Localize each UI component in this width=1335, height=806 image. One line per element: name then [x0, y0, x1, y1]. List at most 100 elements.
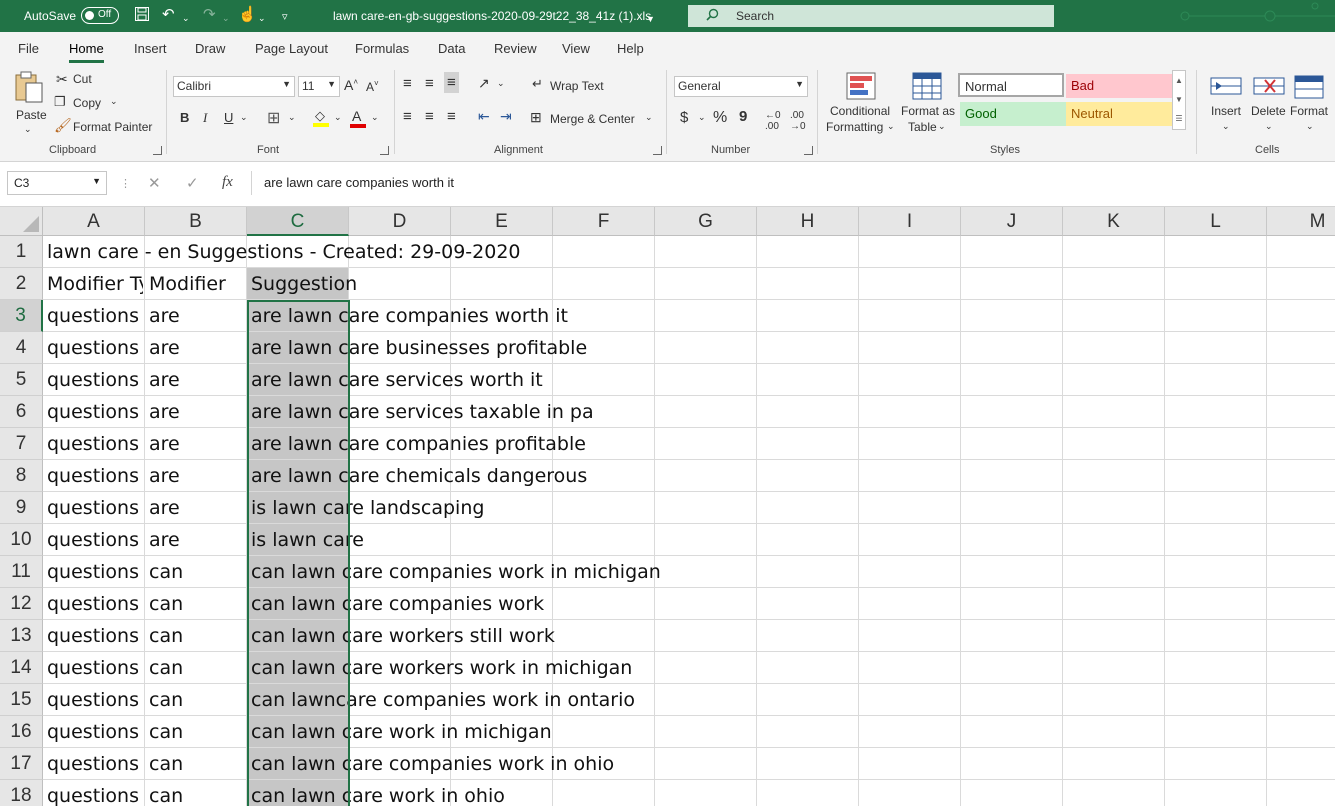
- format-cells-button[interactable]: Format ⌄: [1290, 70, 1334, 140]
- tab-page-layout[interactable]: Page Layout: [255, 41, 328, 56]
- wrap-text-button[interactable]: Wrap Text: [550, 79, 604, 93]
- insert-function-icon[interactable]: fx: [222, 174, 233, 191]
- autosave-toggle[interactable]: Off: [81, 7, 119, 24]
- format-as-table-button[interactable]: Format as Table ⌄: [900, 70, 956, 140]
- tab-help[interactable]: Help: [617, 41, 644, 56]
- orientation-dropdown-icon[interactable]: ⌄: [497, 78, 505, 89]
- tab-home[interactable]: Home: [69, 41, 104, 63]
- modifier-type-cell[interactable]: questions: [47, 460, 143, 492]
- merge-center-button[interactable]: Merge & Center: [550, 112, 635, 126]
- sheet-title-cell[interactable]: lawn care - en Suggestions - Created: 29…: [47, 236, 947, 268]
- suggestion-cell[interactable]: are lawn care businesses profitable: [251, 332, 1151, 364]
- modifier-type-cell[interactable]: questions: [47, 524, 143, 556]
- column-header-j[interactable]: J: [961, 207, 1063, 236]
- modifier-cell[interactable]: can: [149, 556, 245, 588]
- suggestion-cell[interactable]: can lawn care workers work in michigan: [251, 652, 1151, 684]
- increase-decimal-icon[interactable]: ←0.00: [765, 110, 781, 132]
- row-header-15[interactable]: 15: [0, 684, 43, 716]
- tab-data[interactable]: Data: [438, 41, 465, 56]
- customize-toolbar-icon[interactable]: ▿: [282, 8, 288, 26]
- suggestion-cell[interactable]: can lawn care workers still work: [251, 620, 1151, 652]
- modifier-cell[interactable]: can: [149, 716, 245, 748]
- alignment-launcher-icon[interactable]: [653, 146, 662, 155]
- row-header-11[interactable]: 11: [0, 556, 43, 588]
- font-launcher-icon[interactable]: [380, 146, 389, 155]
- modifier-type-cell[interactable]: questions: [47, 716, 143, 748]
- fill-color-dropdown-icon[interactable]: ⌄: [334, 112, 342, 123]
- format-painter-button[interactable]: Format Painter: [73, 120, 152, 134]
- modifier-type-cell[interactable]: questions: [47, 492, 143, 524]
- decrease-indent-icon[interactable]: ⇤: [478, 108, 490, 125]
- increase-font-icon[interactable]: A˄: [344, 77, 358, 93]
- touch-dropdown-icon[interactable]: ⌄: [258, 9, 266, 27]
- borders-dropdown-icon[interactable]: ⌄: [288, 112, 296, 123]
- decrease-decimal-icon[interactable]: .00 →0: [790, 110, 806, 132]
- gallery-expand-icon[interactable]: ☰: [1173, 109, 1185, 128]
- clipboard-launcher-icon[interactable]: [153, 146, 162, 155]
- merge-center-icon[interactable]: ⊞: [530, 109, 542, 126]
- touch-mode-icon[interactable]: ☝: [238, 6, 257, 24]
- italic-button[interactable]: I: [203, 110, 207, 126]
- align-left-icon[interactable]: ≡: [403, 108, 412, 125]
- style-normal[interactable]: Normal: [958, 73, 1064, 97]
- suggestion-cell[interactable]: are lawn care companies worth it: [251, 300, 1151, 332]
- modifier-cell[interactable]: are: [149, 524, 245, 556]
- tab-insert[interactable]: Insert: [134, 41, 167, 56]
- search-input[interactable]: Search: [688, 5, 1054, 27]
- modifier-type-cell[interactable]: questions: [47, 684, 143, 716]
- modifier-cell[interactable]: can: [149, 780, 245, 806]
- row-header-10[interactable]: 10: [0, 524, 43, 556]
- modifier-type-cell[interactable]: questions: [47, 396, 143, 428]
- modifier-type-cell[interactable]: questions: [47, 652, 143, 684]
- formula-input[interactable]: are lawn care companies worth it: [251, 171, 1335, 195]
- currency-button[interactable]: $: [680, 109, 688, 126]
- suggestion-cell[interactable]: can lawncare companies work in ontario: [251, 684, 1151, 716]
- tab-formulas[interactable]: Formulas: [355, 41, 409, 56]
- column-header-i[interactable]: I: [859, 207, 961, 236]
- column-header-f[interactable]: F: [553, 207, 655, 236]
- underline-dropdown-icon[interactable]: ⌄: [240, 112, 248, 123]
- insert-cells-button[interactable]: Insert ⌄: [1206, 70, 1246, 140]
- copy-button[interactable]: Copy: [73, 96, 101, 110]
- column-header-m[interactable]: M: [1267, 207, 1335, 236]
- modifier-cell[interactable]: can: [149, 652, 245, 684]
- column-header-g[interactable]: G: [655, 207, 757, 236]
- modifier-type-cell[interactable]: questions: [47, 620, 143, 652]
- suggestion-cell[interactable]: are lawn care services worth it: [251, 364, 1151, 396]
- row-header-6[interactable]: 6: [0, 396, 43, 428]
- row-header-4[interactable]: 4: [0, 332, 43, 364]
- undo-icon[interactable]: ↶: [162, 6, 175, 24]
- column-header-d[interactable]: D: [349, 207, 451, 236]
- redo-icon[interactable]: ↷: [203, 6, 216, 24]
- column-header-h[interactable]: H: [757, 207, 859, 236]
- row-header-5[interactable]: 5: [0, 364, 43, 396]
- fill-color-icon[interactable]: ◇: [313, 108, 331, 128]
- modifier-cell[interactable]: can: [149, 748, 245, 780]
- comma-style-button[interactable]: 9: [739, 108, 747, 125]
- suggestion-cell[interactable]: can lawn care companies work in michigan: [251, 556, 1151, 588]
- underline-button[interactable]: U: [224, 110, 233, 125]
- scroll-down-icon[interactable]: ▼: [1173, 90, 1185, 109]
- select-all-corner[interactable]: [0, 207, 43, 236]
- modifier-cell[interactable]: are: [149, 428, 245, 460]
- paste-button[interactable]: Paste ⌄: [12, 70, 48, 136]
- modifier-type-cell[interactable]: questions: [47, 556, 143, 588]
- suggestion-cell[interactable]: are lawn care services taxable in pa: [251, 396, 1151, 428]
- header-cell[interactable]: Suggestion: [251, 268, 551, 300]
- tab-file[interactable]: File: [18, 41, 39, 56]
- modifier-cell[interactable]: can: [149, 620, 245, 652]
- column-header-l[interactable]: L: [1165, 207, 1267, 236]
- decrease-font-icon[interactable]: A˅: [366, 79, 379, 94]
- row-header-13[interactable]: 13: [0, 620, 43, 652]
- cut-icon[interactable]: ✂: [56, 71, 68, 88]
- modifier-cell[interactable]: are: [149, 364, 245, 396]
- increase-indent-icon[interactable]: ⇥: [500, 108, 512, 125]
- style-bad[interactable]: Bad: [1066, 74, 1172, 98]
- align-top-icon[interactable]: ≡: [403, 75, 412, 92]
- delete-cells-button[interactable]: Delete ⌄: [1249, 70, 1289, 140]
- row-header-3[interactable]: 3: [0, 300, 43, 332]
- column-header-a[interactable]: A: [43, 207, 145, 236]
- font-size-select[interactable]: 11 ▼: [298, 76, 340, 97]
- redo-dropdown-icon[interactable]: ⌄: [222, 9, 230, 27]
- title-dropdown-icon[interactable]: ▼: [646, 10, 655, 28]
